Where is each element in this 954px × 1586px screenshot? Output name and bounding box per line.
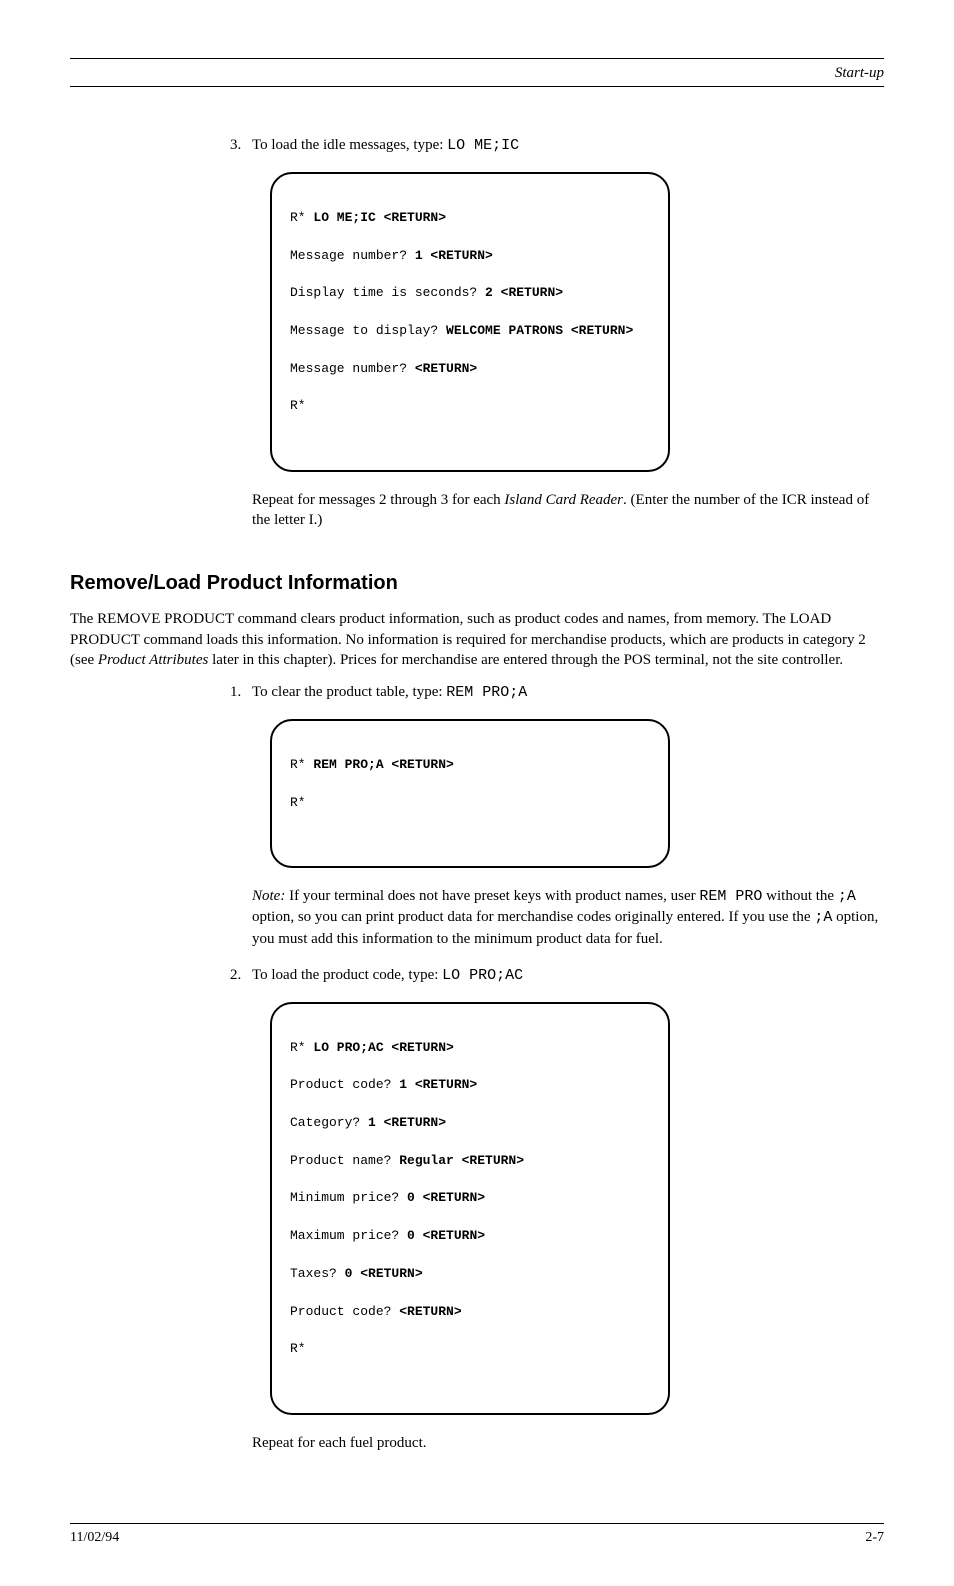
prompt: Maximum price? — [290, 1228, 407, 1243]
post-box3-para: Repeat for each fuel product. — [252, 1433, 884, 1453]
term-line: Product code? 1 <RETURN> — [290, 1076, 650, 1095]
cmd: REM PRO;A <RETURN> — [313, 757, 453, 772]
para-b: later in this chapter). Prices for merch… — [208, 652, 843, 668]
post-box1-para: Repeat for messages 2 through 3 for each… — [252, 490, 884, 531]
step-text: To load the idle messages, type: LO ME;I… — [252, 137, 884, 154]
terminal-box-2: R* REM PRO;A <RETURN> R* — [270, 719, 670, 868]
prompt: R* — [290, 1040, 313, 1055]
step-text-a: To clear the product table, type: — [252, 684, 446, 700]
prompt: R* — [290, 398, 306, 413]
note-label: Note: — [252, 888, 289, 904]
step-text-a: To load the idle messages, type: — [252, 137, 447, 153]
term-line: R* — [290, 1340, 650, 1359]
step-cmd: REM PRO;A — [446, 684, 527, 701]
step-cmd: LO PRO;AC — [442, 967, 523, 984]
note-code3: ;A — [814, 909, 832, 926]
prompt: Minimum price? — [290, 1190, 407, 1205]
cmd: LO ME;IC <RETURN> — [313, 210, 446, 225]
term-line: R* — [290, 397, 650, 416]
term-line: R* REM PRO;A <RETURN> — [290, 756, 650, 775]
term-line: Message number? <RETURN> — [290, 360, 650, 379]
cmd: <RETURN> — [399, 1304, 461, 1319]
note-para: Note: If your terminal does not have pre… — [252, 886, 884, 949]
term-line: R* — [290, 794, 650, 813]
cmd: 1 <RETURN> — [415, 248, 493, 263]
prompt: R* — [290, 795, 306, 810]
note-text-b: without the — [762, 888, 837, 904]
term-line: Minimum price? 0 <RETURN> — [290, 1189, 650, 1208]
cmd: 1 <RETURN> — [368, 1115, 446, 1130]
step-number: 2. — [230, 967, 252, 984]
prompt: R* — [290, 1341, 306, 1356]
note-code: REM PRO — [699, 888, 762, 905]
cmd: 0 <RETURN> — [407, 1228, 485, 1243]
step-text: To clear the product table, type: REM PR… — [252, 684, 884, 701]
terminal-box-1: R* LO ME;IC <RETURN> Message number? 1 <… — [270, 172, 670, 472]
footer-row: 11/02/94 2-7 — [70, 1524, 884, 1546]
para-em: Product Attributes — [98, 652, 208, 668]
term-line: Category? 1 <RETURN> — [290, 1114, 650, 1133]
section-para: The REMOVE PRODUCT command clears produc… — [70, 609, 884, 670]
step-1: 1. To clear the product table, type: REM… — [230, 684, 884, 701]
prompt: Message number? — [290, 248, 415, 263]
step-text-a: To load the product code, type: — [252, 967, 442, 983]
term-line: Taxes? 0 <RETURN> — [290, 1265, 650, 1284]
step-3: 3. To load the idle messages, type: LO M… — [230, 137, 884, 154]
term-line: Message number? 1 <RETURN> — [290, 247, 650, 266]
prompt: Product name? — [290, 1153, 399, 1168]
footer: 11/02/94 2-7 — [70, 1523, 884, 1546]
prompt: Product code? — [290, 1077, 399, 1092]
cmd: 2 <RETURN> — [485, 285, 563, 300]
prompt: R* — [290, 757, 313, 772]
term-line: R* LO ME;IC <RETURN> — [290, 209, 650, 228]
prompt: Taxes? — [290, 1266, 345, 1281]
cmd: 0 <RETURN> — [407, 1190, 485, 1205]
prompt: Product code? — [290, 1304, 399, 1319]
term-line: Maximum price? 0 <RETURN> — [290, 1227, 650, 1246]
page: Start-up 3. To load the idle messages, t… — [0, 0, 954, 1586]
step-number: 1. — [230, 684, 252, 701]
text-a: Repeat for messages 2 through 3 for each — [252, 492, 504, 508]
term-line: Display time is seconds? 2 <RETURN> — [290, 284, 650, 303]
note-text-a: If your terminal does not have preset ke… — [289, 888, 699, 904]
prompt: Message number? — [290, 361, 415, 376]
term-line: Message to display? WELCOME PATRONS <RET… — [290, 322, 650, 341]
note-text-c: option, so you can print product data fo… — [252, 909, 814, 925]
cmd: WELCOME PATRONS <RETURN> — [446, 323, 633, 338]
prompt: Category? — [290, 1115, 368, 1130]
terminal-box-3: R* LO PRO;AC <RETURN> Product code? 1 <R… — [270, 1002, 670, 1415]
cmd: <RETURN> — [415, 361, 477, 376]
cmd: LO PRO;AC <RETURN> — [313, 1040, 453, 1055]
prompt: R* — [290, 210, 313, 225]
header-right: Start-up — [70, 65, 884, 82]
note-code2: ;A — [838, 888, 856, 905]
text-em: Island Card Reader — [504, 492, 623, 508]
cmd: Regular <RETURN> — [399, 1153, 524, 1168]
top-rule — [70, 58, 884, 59]
cmd: 1 <RETURN> — [399, 1077, 477, 1092]
step-cmd: LO ME;IC — [447, 137, 519, 154]
thin-rule — [70, 86, 884, 87]
step-text: To load the product code, type: LO PRO;A… — [252, 967, 884, 984]
term-line: Product name? Regular <RETURN> — [290, 1152, 650, 1171]
step-number: 3. — [230, 137, 252, 154]
footer-page: 2-7 — [865, 1530, 884, 1546]
term-line: R* LO PRO;AC <RETURN> — [290, 1039, 650, 1058]
term-line: Product code? <RETURN> — [290, 1303, 650, 1322]
footer-date: 11/02/94 — [70, 1530, 119, 1546]
section-heading: Remove/Load Product Information — [70, 572, 884, 595]
step-2: 2. To load the product code, type: LO PR… — [230, 967, 884, 984]
prompt: Display time is seconds? — [290, 285, 485, 300]
prompt: Message to display? — [290, 323, 446, 338]
cmd: 0 <RETURN> — [345, 1266, 423, 1281]
